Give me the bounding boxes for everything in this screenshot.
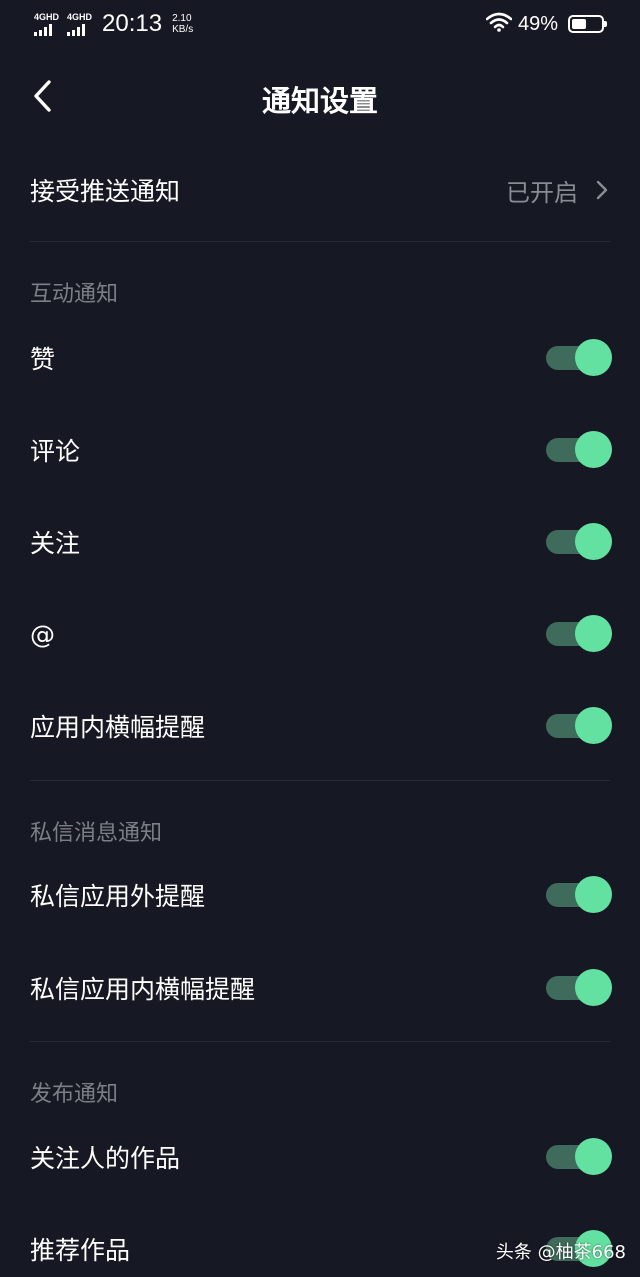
mention-toggle[interactable]	[546, 615, 612, 653]
status-left: 4GHD 4GHD 20:13 2.10 KB/s	[34, 10, 193, 38]
toggle-row-dm-in-app-banner: 私信应用内横幅提醒	[0, 960, 640, 1016]
sim2-network-label: 4GHD	[67, 11, 93, 22]
divider	[30, 780, 610, 781]
dm-in-app-banner-toggle[interactable]	[546, 969, 612, 1007]
wifi-icon	[485, 12, 513, 36]
setting-label: 私信应用外提醒	[30, 882, 206, 911]
status-bar: 4GHD 4GHD 20:13 2.10 KB/s 49%	[0, 0, 640, 52]
chevron-right-icon	[596, 180, 608, 200]
push-notification-label: 接受推送通知	[30, 177, 181, 206]
toggle-row-like: 赞	[0, 330, 640, 386]
sim2-signal: 4GHD	[67, 11, 93, 36]
network-speed: 2.10 KB/s	[172, 13, 193, 35]
clock: 20:13	[102, 10, 163, 37]
toggle-row-following-works: 关注人的作品	[0, 1129, 640, 1185]
setting-label: @	[30, 619, 55, 649]
navigation-bar: 通知设置	[0, 52, 640, 142]
toggle-row-in-app-banner: 应用内横幅提醒	[0, 698, 640, 754]
toggle-row-mention: @	[0, 606, 640, 662]
like-toggle[interactable]	[546, 339, 612, 377]
push-notification-status: 已开启	[506, 173, 608, 208]
push-notification-value: 已开启	[506, 178, 578, 207]
comment-toggle[interactable]	[546, 431, 612, 469]
watermark: 头条 @柚茶668	[495, 1242, 626, 1263]
following-works-toggle[interactable]	[546, 1138, 612, 1176]
setting-label: 推荐作品	[30, 1236, 131, 1265]
battery-fill	[572, 19, 586, 29]
network-speed-unit: KB/s	[172, 24, 194, 35]
signal-bars-icon	[34, 23, 54, 36]
setting-label: 应用内横幅提醒	[30, 713, 206, 742]
dm-out-app-toggle[interactable]	[546, 876, 612, 914]
network-speed-value: 2.10	[172, 13, 192, 24]
battery-icon	[568, 15, 607, 33]
section-header-publish: 发布通知	[30, 1082, 119, 1107]
sim1-network-label: 4GHD	[34, 11, 60, 22]
section-header-message: 私信消息通知	[30, 821, 163, 846]
setting-label: 关注	[30, 529, 81, 558]
setting-label: 赞	[30, 345, 56, 374]
setting-label: 关注人的作品	[30, 1144, 181, 1173]
status-right: 49%	[485, 12, 607, 36]
divider	[30, 241, 610, 242]
follow-toggle[interactable]	[546, 523, 612, 561]
toggle-row-comment: 评论	[0, 422, 640, 478]
sim1-signal: 4GHD	[34, 11, 60, 36]
divider	[30, 1041, 610, 1042]
push-notification-row[interactable]: 接受推送通知 已开启	[0, 150, 640, 230]
toggle-row-follow: 关注	[0, 514, 640, 570]
toggle-row-dm-out-app: 私信应用外提醒	[0, 867, 640, 923]
battery-percent: 49%	[517, 12, 558, 35]
signal-bars-icon	[67, 23, 87, 36]
setting-label: 私信应用内横幅提醒	[30, 975, 256, 1004]
section-header-interaction: 互动通知	[30, 282, 119, 307]
page-title: 通知设置	[261, 84, 378, 118]
in-app-banner-toggle[interactable]	[546, 707, 612, 745]
setting-label: 评论	[30, 437, 81, 466]
